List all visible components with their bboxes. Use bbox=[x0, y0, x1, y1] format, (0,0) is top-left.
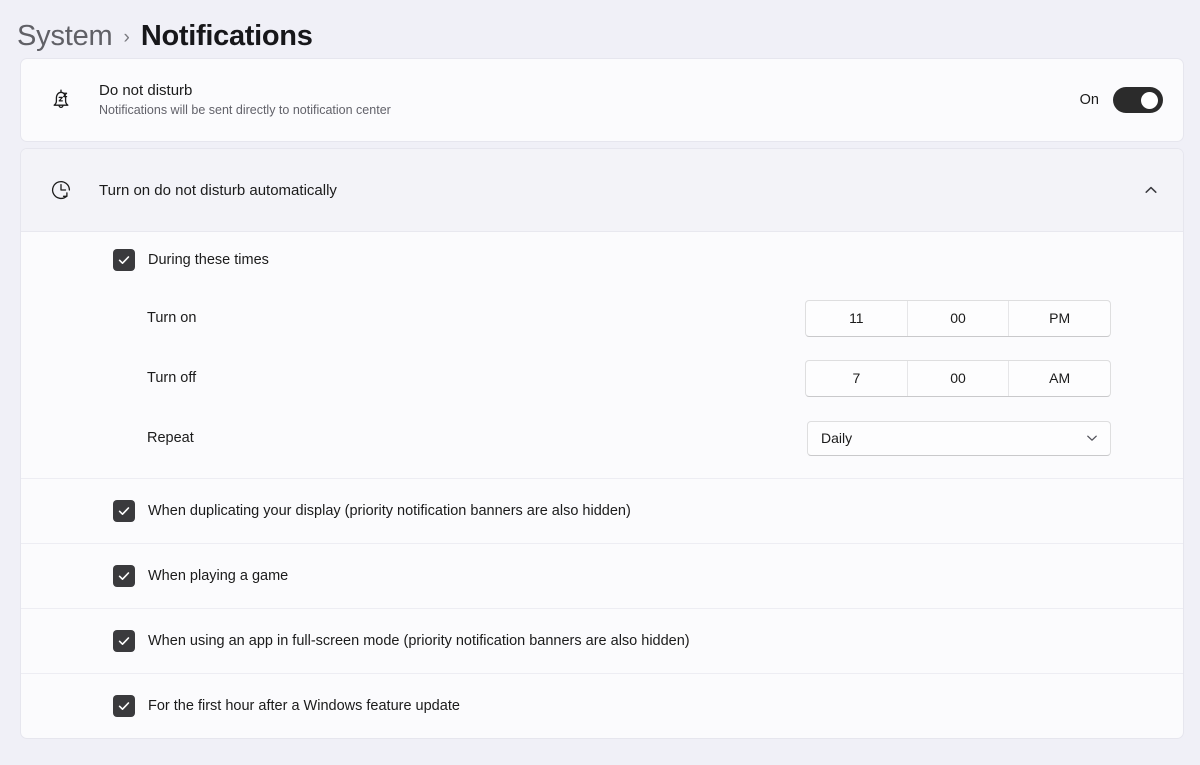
chevron-down-icon bbox=[1085, 431, 1099, 445]
turn-off-hour[interactable]: 7 bbox=[806, 360, 908, 396]
condition-checkbox[interactable] bbox=[113, 565, 135, 587]
do-not-disturb-row: Do not disturb Notifications will be sen… bbox=[21, 59, 1183, 141]
turn-on-automatically-title: Turn on do not disturb automatically bbox=[99, 181, 337, 199]
turn-on-hour[interactable]: 11 bbox=[806, 300, 908, 336]
condition-label: When duplicating your display (priority … bbox=[148, 503, 631, 519]
chevron-up-icon[interactable] bbox=[1143, 182, 1159, 198]
repeat-dropdown[interactable]: Daily bbox=[807, 420, 1111, 456]
turn-on-label: Turn on bbox=[147, 310, 197, 326]
turn-on-minute[interactable]: 00 bbox=[908, 300, 1010, 336]
turn-off-period[interactable]: AM bbox=[1009, 361, 1110, 396]
condition-label: When using an app in full-screen mode (p… bbox=[148, 633, 690, 649]
repeat-label: Repeat bbox=[147, 430, 194, 446]
during-these-times-section: During these times Turn on 11 00 PM Turn… bbox=[21, 232, 1183, 479]
turn-off-row: Turn off 7 00 AM bbox=[21, 348, 1183, 408]
condition-playing-game[interactable]: When playing a game bbox=[21, 544, 1183, 608]
turn-on-time-picker[interactable]: 11 00 PM bbox=[805, 299, 1111, 337]
condition-checkbox[interactable] bbox=[113, 630, 135, 652]
condition-row[interactable]: For the first hour after a Windows featu… bbox=[21, 674, 1183, 738]
breadcrumb: System › Notifications bbox=[0, 0, 1200, 58]
condition-label: For the first hour after a Windows featu… bbox=[148, 698, 460, 714]
bell-sleep-icon bbox=[41, 86, 81, 114]
do-not-disturb-subtitle: Notifications will be sent directly to n… bbox=[99, 103, 391, 117]
during-these-times-checkbox[interactable] bbox=[113, 249, 135, 271]
condition-checkbox[interactable] bbox=[113, 500, 135, 522]
condition-label: When playing a game bbox=[148, 568, 289, 584]
do-not-disturb-control: On bbox=[1080, 87, 1163, 113]
do-not-disturb-toggle[interactable] bbox=[1113, 87, 1163, 113]
do-not-disturb-text: Do not disturb Notifications will be sen… bbox=[81, 81, 1080, 119]
turn-off-label: Turn off bbox=[147, 370, 197, 386]
during-these-times-row[interactable]: During these times bbox=[21, 232, 1183, 288]
repeat-dropdown-value: Daily bbox=[821, 430, 853, 446]
turn-on-automatically-expander-header[interactable]: Turn on do not disturb automatically bbox=[21, 149, 1183, 232]
clock-history-icon bbox=[41, 177, 81, 203]
turn-on-period[interactable]: PM bbox=[1009, 301, 1110, 336]
during-these-times-label: During these times bbox=[148, 252, 269, 268]
turn-on-automatically-card: Turn on do not disturb automatically Dur… bbox=[20, 148, 1184, 739]
do-not-disturb-toggle-label: On bbox=[1079, 92, 1099, 108]
condition-full-screen-mode[interactable]: When using an app in full-screen mode (p… bbox=[21, 609, 1183, 673]
breadcrumb-parent-system[interactable]: System bbox=[17, 20, 113, 53]
condition-row[interactable]: When duplicating your display (priority … bbox=[21, 479, 1183, 544]
do-not-disturb-title: Do not disturb bbox=[99, 82, 193, 99]
condition-row[interactable]: When playing a game bbox=[21, 544, 1183, 609]
condition-duplicating-display[interactable]: When duplicating your display (priority … bbox=[21, 479, 1183, 543]
condition-row[interactable]: When using an app in full-screen mode (p… bbox=[21, 609, 1183, 674]
condition-first-hour-after-update[interactable]: For the first hour after a Windows featu… bbox=[21, 674, 1183, 738]
page-title: Notifications bbox=[140, 20, 313, 52]
condition-checkbox[interactable] bbox=[113, 695, 135, 717]
do-not-disturb-card: Do not disturb Notifications will be sen… bbox=[20, 58, 1184, 142]
repeat-row: Repeat Daily bbox=[21, 408, 1183, 468]
turn-on-row: Turn on 11 00 PM bbox=[21, 288, 1183, 348]
turn-off-minute[interactable]: 00 bbox=[908, 360, 1010, 396]
turn-off-time-picker[interactable]: 7 00 AM bbox=[805, 359, 1111, 397]
toggle-knob bbox=[1141, 91, 1158, 109]
breadcrumb-separator-icon: › bbox=[123, 27, 130, 48]
times-block: Turn on 11 00 PM Turn off 7 00 AM Repeat bbox=[21, 288, 1183, 478]
